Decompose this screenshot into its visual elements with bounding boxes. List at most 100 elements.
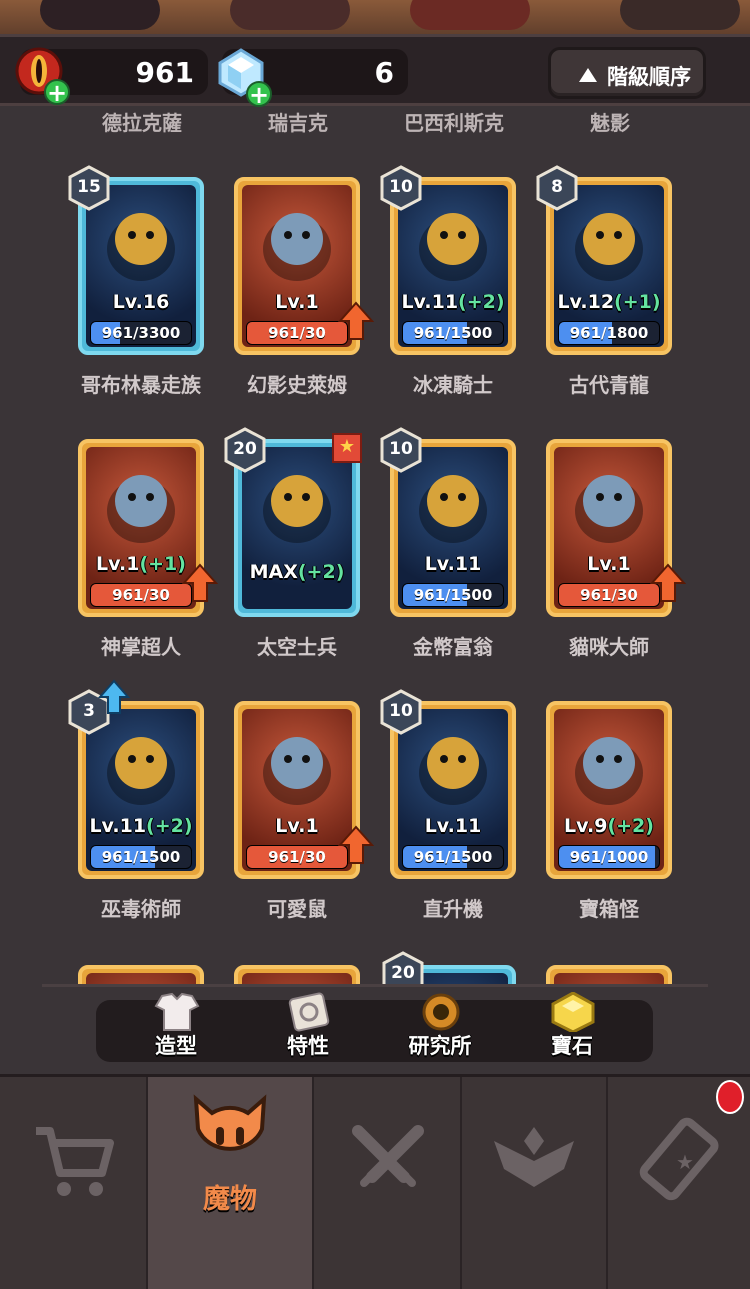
monster-name: 巫毒術師: [101, 897, 181, 921]
level-badge-number: 15: [68, 165, 110, 211]
cut-monster-name: 巴西利斯克: [404, 111, 504, 135]
monster-name: 直升機: [423, 897, 483, 921]
card-progress-bar: 961/30: [246, 845, 348, 869]
monster-name: 太空士兵: [257, 635, 337, 659]
monster-level: MAX(+2): [238, 561, 356, 583]
card-progress-text: 961/30: [580, 586, 638, 604]
gold-value: 961: [135, 56, 194, 89]
cut-monster-name: 德拉克薩: [102, 111, 182, 135]
add-crystal-button[interactable]: +: [246, 81, 272, 107]
sort-by-rank-button[interactable]: 階級順序: [548, 47, 706, 99]
monster-level: Lv.11(+2): [394, 291, 512, 313]
monster-name: 貓咪大師: [569, 635, 649, 659]
monster-name: 古代青龍: [569, 373, 649, 397]
card-progress-bar: 961/30: [90, 583, 192, 607]
divider: [42, 984, 708, 987]
monster-bonus: (+2): [297, 561, 345, 583]
card-progress-bar: 961/30: [558, 583, 660, 607]
card-progress-text: 961/1800: [569, 324, 649, 342]
add-gold-button[interactable]: +: [44, 79, 70, 105]
level-badge-number: 20: [391, 963, 415, 983]
gem-icon: [551, 992, 595, 1032]
monster-level-value: Lv.9: [564, 815, 608, 837]
monster-name: 寶箱怪: [579, 897, 639, 921]
level-badge-number: 20: [224, 427, 266, 473]
monster-bonus: (+2): [458, 291, 505, 313]
resource-bar: 961 + 6 + 階級順序: [0, 34, 750, 107]
level-badge-value: 10: [389, 177, 413, 197]
monster-level-value: MAX: [249, 561, 298, 583]
ticket-icon: ★: [639, 1117, 719, 1201]
cut-monster-name: 瑞吉克: [268, 111, 328, 135]
triangle-up-icon: [579, 68, 597, 82]
level-badge-number: 10: [380, 427, 422, 473]
scroll-icon: [288, 992, 330, 1032]
traits-button[interactable]: 特性: [248, 992, 368, 1062]
monster-portrait: [575, 737, 643, 805]
level-badge-number: 10: [380, 689, 422, 735]
card-progress-bar: 961/1000: [558, 845, 660, 869]
shirt-icon: [154, 992, 200, 1031]
monster-level-value: Lv.11: [424, 815, 482, 837]
upgrade-arrow-icon: [182, 563, 218, 602]
level-badge-value: 10: [389, 701, 413, 721]
lab-button[interactable]: 研究所: [380, 993, 500, 1062]
monster-name: 幻影史萊姆: [247, 373, 347, 397]
monster-level: Lv.11: [394, 815, 512, 837]
monster-portrait: [575, 475, 643, 543]
card-progress-bar: 961/1500: [402, 583, 504, 607]
sort-button-label: 階級順序: [607, 65, 691, 89]
monster-card[interactable]: Lv.9(+2) 961/1000: [546, 701, 672, 879]
level-badge-number: 10: [380, 165, 422, 211]
upgrade-arrow-icon: [338, 301, 374, 340]
level-badge-value: 8: [551, 177, 563, 197]
monster-grid[interactable]: 德拉克薩 瑞吉克 巴西利斯克 魅影 Lv.16 961/3300 15 哥布林暴走族 L…: [0, 109, 750, 987]
nav-shop[interactable]: [0, 1077, 148, 1289]
monster-level-value: Lv.1: [587, 553, 631, 575]
monster-portrait: [263, 737, 331, 805]
level-badge-value: 10: [389, 439, 413, 459]
badge-upgrade-icon: [97, 679, 131, 714]
card-progress-text: 961/1500: [413, 848, 493, 866]
upgrade-arrow-icon: [338, 825, 374, 864]
card-progress-text: 961/30: [268, 324, 326, 342]
star-icon: ★: [332, 433, 362, 463]
card-progress-text: 961/30: [268, 848, 326, 866]
monster-portrait: [107, 475, 175, 543]
card-progress-bar: 961/3300: [90, 321, 192, 345]
monster-level-value: Lv.12: [557, 291, 615, 313]
card-progress-bar: 961/1500: [402, 321, 504, 345]
crossed-swords-icon: [352, 1125, 424, 1187]
card-progress-bar: 961/1500: [90, 845, 192, 869]
level-badge-number: 8: [536, 165, 578, 211]
nav-monsters[interactable]: 魔物: [148, 1077, 314, 1289]
card-progress-text: 961/1500: [413, 324, 493, 342]
monster-bonus: (+1): [614, 291, 661, 313]
monster-level-value: Lv.16: [112, 291, 170, 313]
card-progress-bar: 961/1800: [558, 321, 660, 345]
card-progress-text: 961/30: [112, 586, 170, 604]
costume-button[interactable]: 造型: [116, 992, 236, 1062]
monster-level-value: Lv.11: [401, 291, 459, 313]
monster-name: 哥布林暴走族: [81, 373, 201, 397]
card-progress-text: 961/1500: [101, 848, 181, 866]
nav-battle[interactable]: [314, 1077, 462, 1289]
lab-label: 研究所: [408, 1034, 472, 1058]
bottom-nav: 魔物 ★: [0, 1074, 750, 1289]
notification-dot: [716, 1080, 744, 1114]
gems-button[interactable]: 寶石: [512, 992, 632, 1062]
gear-lab-icon: [422, 993, 460, 1031]
card-progress-bar: 961/30: [246, 321, 348, 345]
monster-bonus: (+1): [139, 553, 186, 575]
monster-name: 金幣富翁: [413, 635, 493, 659]
monster-level-value: Lv.1: [275, 815, 319, 837]
nav-rank[interactable]: [460, 1077, 608, 1289]
traits-label: 特性: [287, 1034, 329, 1058]
monster-level: Lv.11(+2): [82, 815, 200, 837]
card-progress-text: 961/3300: [101, 324, 181, 342]
monster-level: Lv.9(+2): [550, 815, 668, 837]
crystal-value: 6: [374, 56, 394, 89]
monster-level: Lv.11: [394, 553, 512, 575]
monster-level-value: Lv.11: [89, 815, 147, 837]
monster-level: Lv.16: [82, 291, 200, 313]
